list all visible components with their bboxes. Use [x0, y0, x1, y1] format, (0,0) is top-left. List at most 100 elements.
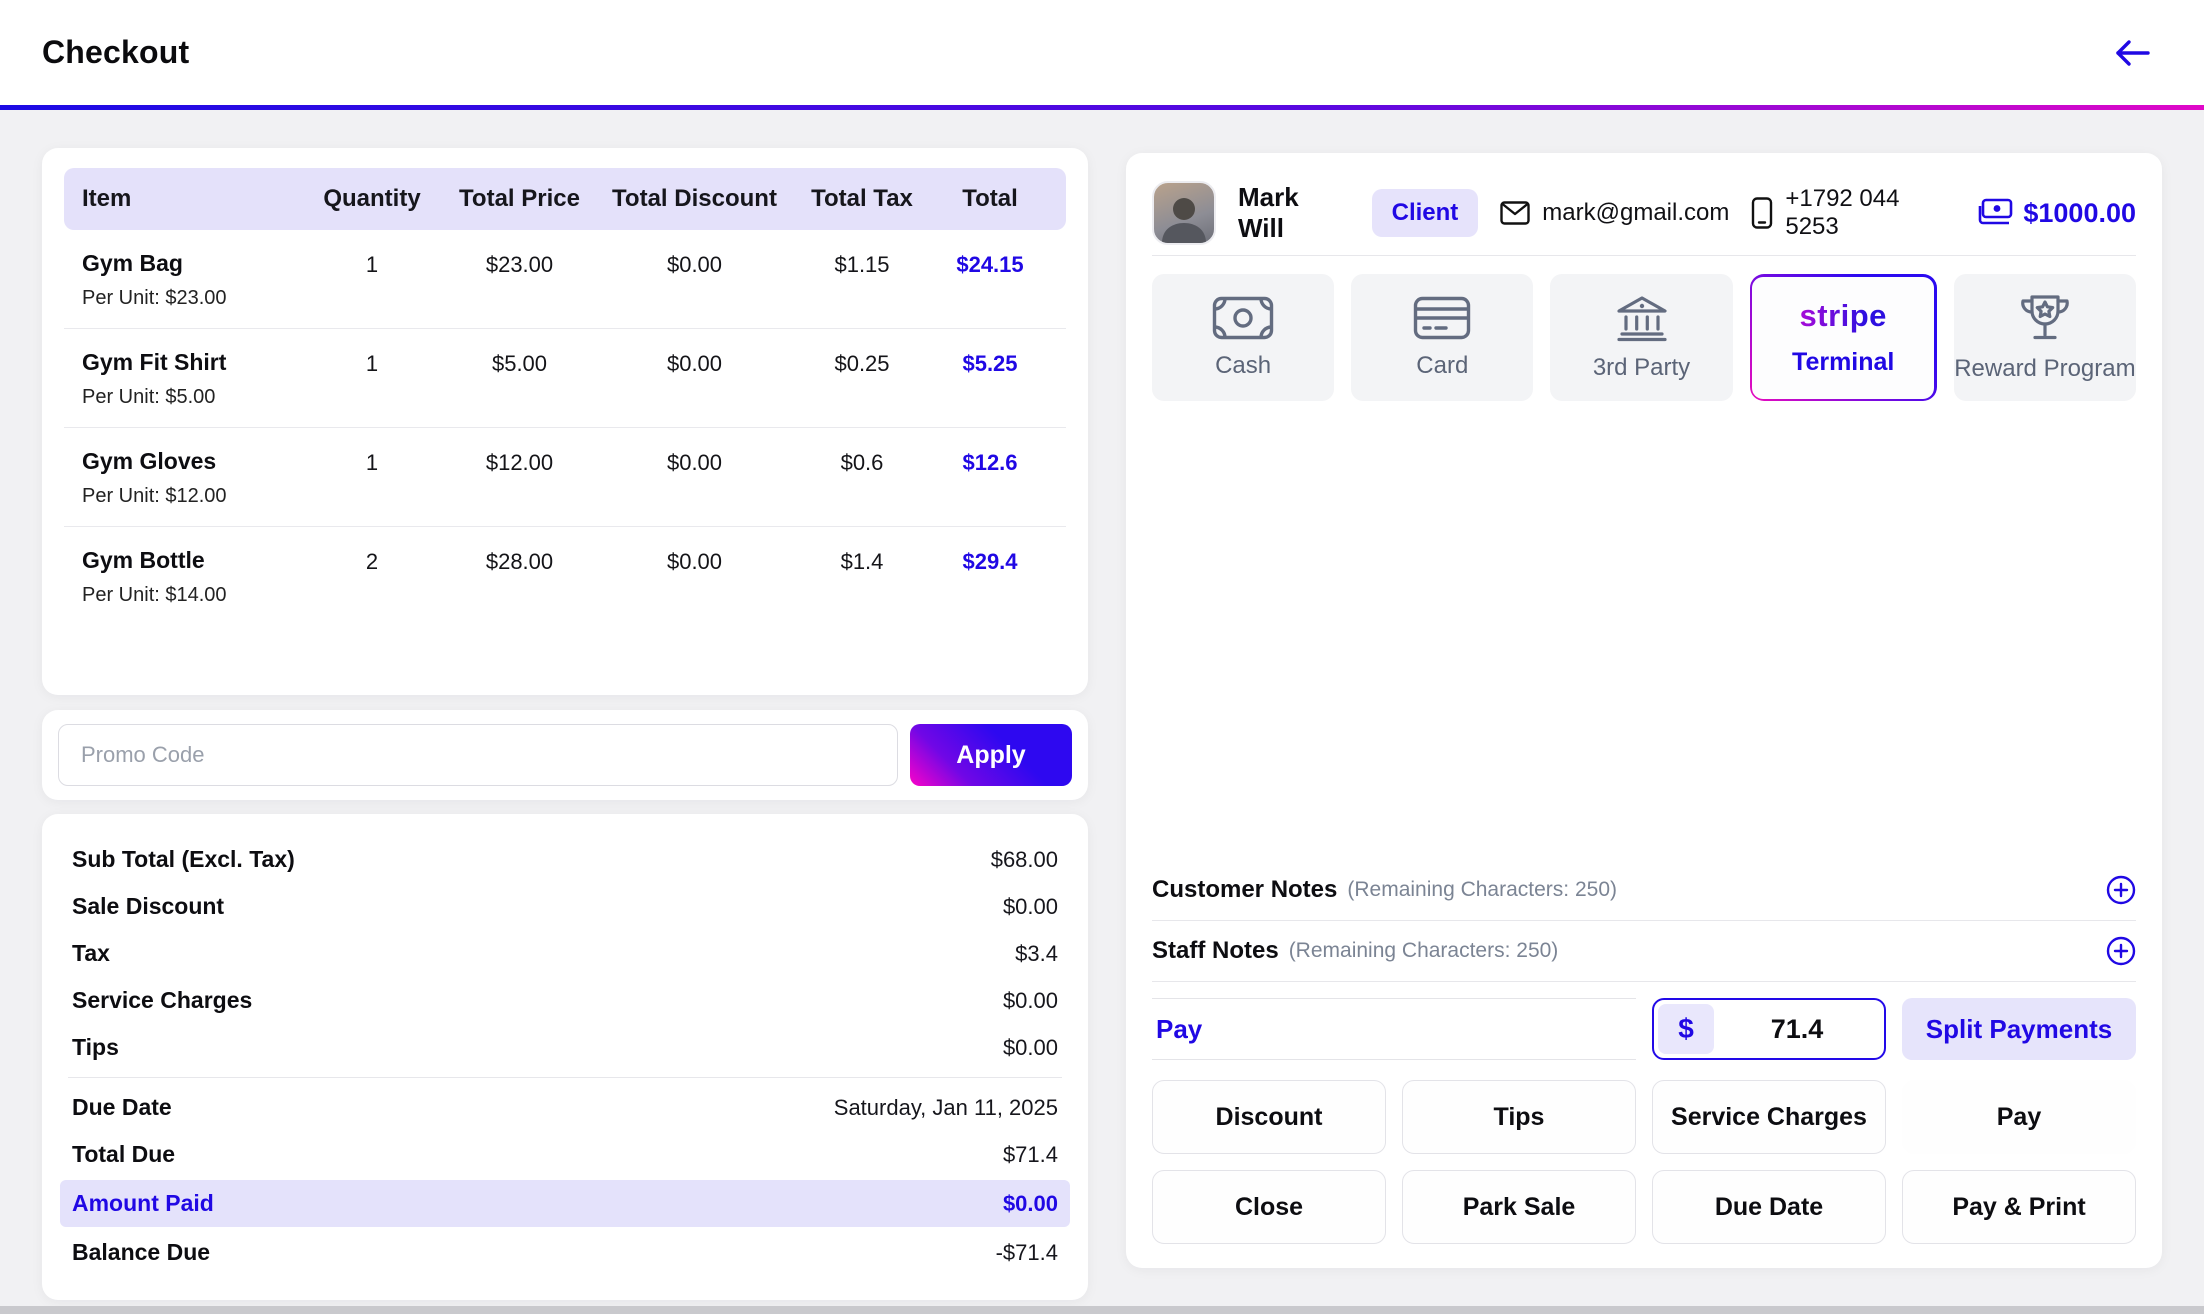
order-panel: Item Quantity Total Price Total Discount… [42, 148, 1088, 1300]
action-buttons: Discount Tips Service Charges Pay Close … [1152, 1080, 2136, 1244]
order-summary-card: Sub Total (Excl. Tax) $68.00 Sale Discou… [42, 814, 1088, 1300]
staff-notes-divider [1152, 981, 2136, 982]
payment-method-3rd-party[interactable]: 3rd Party [1550, 274, 1733, 401]
item-total-discount: $0.00 [666, 252, 723, 277]
column-header-total-price: Total Price [459, 185, 580, 212]
due-date-button[interactable]: Due Date [1652, 1170, 1886, 1244]
cash-icon [1212, 296, 1274, 340]
column-header-total: Total [962, 185, 1018, 212]
plus-circle-icon [2106, 936, 2136, 966]
item-total-tax: $1.4 [840, 549, 884, 574]
client-phone: +1792 044 5253 [1751, 185, 1955, 241]
promo-code-input[interactable] [58, 724, 898, 786]
item-total-tax: $0.25 [834, 351, 890, 376]
payment-method-terminal[interactable]: stripe Terminal [1749, 274, 1937, 401]
card-icon [1413, 296, 1471, 340]
pay-row: Pay $ Split Payments [1152, 998, 2136, 1060]
customer-notes-label: Customer Notes [1152, 876, 1338, 903]
arrow-left-icon [2112, 37, 2152, 69]
customer-notes-row: Customer Notes (Remaining Characters: 25… [1152, 860, 2136, 920]
item-total-price: $5.00 [491, 351, 548, 376]
item-quantity: 1 [365, 252, 379, 277]
add-staff-note-button[interactable] [2106, 936, 2136, 966]
summary-row-tips: Tips $0.00 [72, 1034, 1058, 1060]
table-row[interactable]: Gym Bottle Per Unit: $14.00 2 $28.00 $0.… [64, 527, 1066, 625]
mobile-phone-icon [1751, 197, 1773, 229]
item-name: Gym Gloves [82, 448, 217, 474]
item-total-discount: $0.00 [666, 549, 723, 574]
tips-button[interactable]: Tips [1402, 1080, 1636, 1154]
staff-notes-row: Staff Notes (Remaining Characters: 250) [1152, 921, 2136, 981]
client-email: mark@gmail.com [1500, 199, 1729, 227]
bank-icon [1615, 294, 1669, 342]
plus-circle-icon [2106, 875, 2136, 905]
client-type-badge: Client [1371, 189, 1479, 237]
bottom-edge-strip [0, 1306, 2204, 1314]
payment-methods: Cash Card 3rd Party stripe Terminal Rewa… [1152, 274, 2137, 401]
pay-button[interactable]: Pay [1902, 1080, 2136, 1154]
envelope-icon [1500, 201, 1530, 225]
item-quantity: 1 [365, 450, 379, 475]
item-total-price: $28.00 [485, 549, 554, 574]
park-sale-button[interactable]: Park Sale [1402, 1170, 1636, 1244]
summary-row-due-date: Due Date Saturday, Jan 11, 2025 [72, 1094, 1058, 1120]
money-stack-icon [1977, 198, 2013, 228]
discount-button[interactable]: Discount [1152, 1080, 1386, 1154]
summary-row-amount-paid: Amount Paid $0.00 [60, 1180, 1070, 1227]
item-name: Gym Bottle [82, 547, 205, 573]
item-per-unit: Per Unit: $12.00 [82, 485, 227, 507]
item-total-price: $12.00 [485, 450, 554, 475]
item-total: $5.25 [962, 351, 1018, 376]
page-title: Checkout [42, 34, 190, 70]
customer-notes-hint: (Remaining Characters: 250) [1347, 878, 1617, 901]
pay-amount-input[interactable] [1714, 1013, 1880, 1045]
item-total-price: $23.00 [485, 252, 554, 277]
pay-and-print-button[interactable]: Pay & Print [1902, 1170, 2136, 1244]
client-balance: $1000.00 [1977, 198, 2136, 229]
item-total-discount: $0.00 [666, 351, 723, 376]
client-divider [1152, 255, 2136, 256]
avatar [1152, 181, 1216, 245]
items-table-header: Item Quantity Total Price Total Discount… [64, 168, 1066, 230]
item-total-tax: $1.15 [834, 252, 890, 277]
back-button[interactable] [2112, 37, 2152, 69]
summary-row-total-due: Total Due $71.4 [72, 1141, 1058, 1167]
item-total: $29.4 [962, 549, 1018, 574]
apply-promo-button[interactable]: Apply [910, 724, 1072, 786]
summary-row-balance-due: Balance Due -$71.4 [72, 1239, 1058, 1265]
summary-row-sale-discount: Sale Discount $0.00 [72, 893, 1058, 919]
item-name: Gym Bag [82, 250, 183, 276]
pay-label: Pay [1152, 998, 1636, 1060]
payment-method-cash[interactable]: Cash [1152, 274, 1335, 401]
item-total: $24.15 [956, 252, 1024, 277]
app-header: Checkout [0, 0, 2204, 110]
panel-spacer [1152, 401, 2136, 860]
payment-panel: Mark Will Client mark@gmail.com +1792 04… [1126, 153, 2162, 1268]
summary-row-subtotal: Sub Total (Excl. Tax) $68.00 [72, 846, 1058, 872]
split-payments-button[interactable]: Split Payments [1902, 998, 2136, 1060]
table-row[interactable]: Gym Bag Per Unit: $23.00 1 $23.00 $0.00 … [64, 230, 1066, 329]
item-total-discount: $0.00 [666, 450, 723, 475]
table-row[interactable]: Gym Fit Shirt Per Unit: $5.00 1 $5.00 $0… [64, 329, 1066, 428]
payment-method-reward-program[interactable]: Reward Program [1953, 274, 2137, 401]
item-name: Gym Fit Shirt [82, 349, 227, 375]
column-header-quantity: Quantity [323, 185, 421, 212]
summary-divider [68, 1077, 1062, 1078]
summary-row-tax: Tax $3.4 [72, 940, 1058, 966]
service-charges-button[interactable]: Service Charges [1652, 1080, 1886, 1154]
table-row[interactable]: Gym Gloves Per Unit: $12.00 1 $12.00 $0.… [64, 428, 1066, 527]
staff-notes-hint: (Remaining Characters: 250) [1288, 939, 1559, 962]
item-per-unit: Per Unit: $14.00 [82, 584, 227, 606]
currency-symbol: $ [1658, 1004, 1714, 1054]
staff-notes-label: Staff Notes [1152, 937, 1279, 964]
client-info-row: Mark Will Client mark@gmail.com +1792 04… [1152, 171, 2136, 255]
promo-card: Apply [42, 710, 1088, 800]
item-per-unit: Per Unit: $5.00 [82, 386, 216, 408]
item-quantity: 2 [365, 549, 379, 574]
close-button[interactable]: Close [1152, 1170, 1386, 1244]
item-total: $12.6 [962, 450, 1018, 475]
payment-method-card[interactable]: Card [1351, 274, 1534, 401]
item-total-tax: $0.6 [840, 450, 884, 475]
add-customer-note-button[interactable] [2106, 875, 2136, 905]
checkout-content: Item Quantity Total Price Total Discount… [0, 110, 2204, 1300]
